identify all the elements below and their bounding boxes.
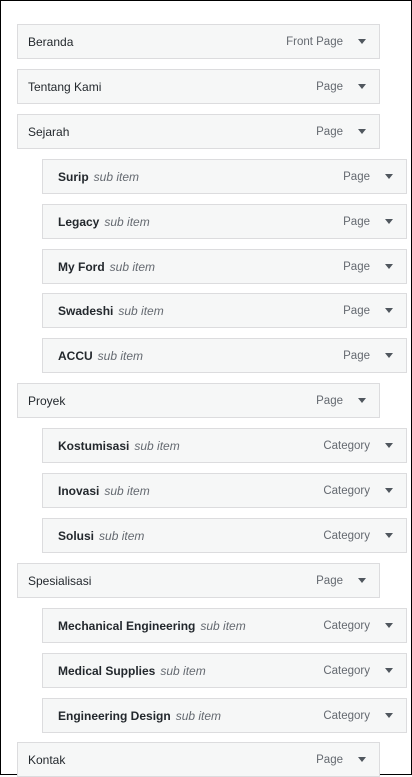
chevron-down-icon[interactable] [378,519,400,552]
chevron-down-icon[interactable] [378,339,400,372]
menu-item-label: Mechanical Engineering [58,618,196,633]
menu-item-label: Swadeshi [58,303,114,318]
sub-item-tag: sub item [109,259,156,274]
chevron-down-icon[interactable] [378,699,400,732]
chevron-down-icon[interactable] [351,743,373,776]
menu-item-type: Page [316,753,343,766]
menu-item-title: Kostumisasi sub item [43,439,323,453]
menu-item-title: My Ford sub item [43,260,343,274]
menu-item-title: Legacy sub item [43,215,343,229]
menu-item-type: Category [323,439,370,452]
menu-item-title: Mechanical Engineering sub item [43,619,323,633]
menu-item-label: Engineering Design [58,708,171,723]
screenshot-frame: Beranda Front Page Tentang Kami Page Sej… [0,0,412,777]
sub-item-tag: sub item [93,169,140,184]
menu-item-title: Proyek [18,394,316,408]
menu-item-type: Page [316,80,343,93]
menu-item-type: Page [316,394,343,407]
sub-item-tag: sub item [104,483,150,498]
menu-item-type: Page [343,260,370,273]
menu-item-title: Swadeshi sub item [43,304,343,318]
sub-item-tag: sub item [175,708,222,723]
menu-item-label: Medical Supplies [58,663,156,678]
menu-item-label: Legacy [58,214,100,229]
menu-item-label: Tentang Kami [28,79,102,94]
menu-item-type: Category [323,664,370,677]
chevron-down-icon[interactable] [378,609,400,642]
menu-item-spesialisasi[interactable]: Spesialisasi Page [17,563,380,598]
sub-item-tag: sub item [104,214,150,229]
menu-item-type: Front Page [286,35,343,48]
menu-item-my-ford[interactable]: My Ford sub item Page [42,249,407,284]
menu-item-title: Sejarah [18,125,316,139]
menu-item-solusi[interactable]: Solusi sub item Category [42,518,407,553]
menu-item-title: Spesialisasi [18,574,316,588]
menu-item-kostumisasi[interactable]: Kostumisasi sub item Category [42,428,407,463]
menu-item-label: Kostumisasi [58,438,130,453]
menu-item-legacy[interactable]: Legacy sub item Page [42,204,407,239]
menu-item-title: Kontak [18,753,316,767]
menu-item-type: Page [316,574,343,587]
menu-item-label: Proyek [28,393,66,408]
menu-item-title: Surip sub item [43,170,343,184]
menu-item-type: Page [343,349,370,362]
chevron-down-icon[interactable] [351,564,373,597]
menu-item-mechanical-engineering[interactable]: Mechanical Engineering sub item Category [42,608,407,643]
menu-item-proyek[interactable]: Proyek Page [17,383,380,418]
menu-item-label: Surip [58,169,89,184]
menu-item-kontak[interactable]: Kontak Page [17,742,380,777]
menu-item-tentang-kami[interactable]: Tentang Kami Page [17,69,380,104]
chevron-down-icon[interactable] [351,70,373,103]
chevron-down-icon[interactable] [351,115,373,148]
menu-item-label: Sejarah [28,124,70,139]
menu-item-title: Medical Supplies sub item [43,664,323,678]
menu-item-sejarah[interactable]: Sejarah Page [17,114,380,149]
menu-item-label: Solusi [58,528,95,543]
menu-item-label: Spesialisasi [28,573,92,588]
menu-item-type: Category [323,529,370,542]
chevron-down-icon[interactable] [378,205,400,238]
chevron-down-icon[interactable] [378,654,400,687]
chevron-down-icon[interactable] [378,160,400,193]
menu-item-type: Category [323,709,370,722]
menu-item-beranda[interactable]: Beranda Front Page [17,24,380,59]
menu-item-inovasi[interactable]: Inovasi sub item Category [42,473,407,508]
sub-item-tag: sub item [118,303,164,318]
menu-item-accu[interactable]: ACCU sub item Page [42,338,407,373]
menu-item-label: Beranda [28,34,74,49]
chevron-down-icon[interactable] [351,384,373,417]
menu-item-title: ACCU sub item [43,349,343,363]
menu-item-title: Beranda [18,35,286,49]
sub-item-tag: sub item [97,348,144,363]
chevron-down-icon[interactable] [378,250,400,283]
menu-item-type: Category [323,619,370,632]
menu-item-type: Page [343,170,370,183]
menu-item-label: My Ford [58,259,105,274]
menu-item-medical-supplies[interactable]: Medical Supplies sub item Category [42,653,407,688]
sub-item-tag: sub item [200,618,246,633]
menu-item-label: Kontak [28,752,66,767]
menu-item-title: Inovasi sub item [43,484,323,498]
menu-item-title: Tentang Kami [18,80,316,94]
menu-item-type: Category [323,484,370,497]
sub-item-tag: sub item [99,528,145,543]
menu-item-engineering-design[interactable]: Engineering Design sub item Category [42,698,407,733]
sub-item-tag: sub item [160,663,206,678]
menu-item-swadeshi[interactable]: Swadeshi sub item Page [42,293,407,328]
menu-item-title: Engineering Design sub item [43,709,323,723]
menu-item-label: Inovasi [58,483,100,498]
menu-item-surip[interactable]: Surip sub item Page [42,159,407,194]
chevron-down-icon[interactable] [378,429,400,462]
menu-item-type: Page [343,215,370,228]
sub-item-tag: sub item [134,438,180,453]
chevron-down-icon[interactable] [378,294,400,327]
menu-item-title: Solusi sub item [43,529,323,543]
chevron-down-icon[interactable] [351,25,373,58]
menu-item-type: Page [343,304,370,317]
menu-item-label: ACCU [58,348,93,363]
chevron-down-icon[interactable] [378,474,400,507]
menu-item-type: Page [316,125,343,138]
